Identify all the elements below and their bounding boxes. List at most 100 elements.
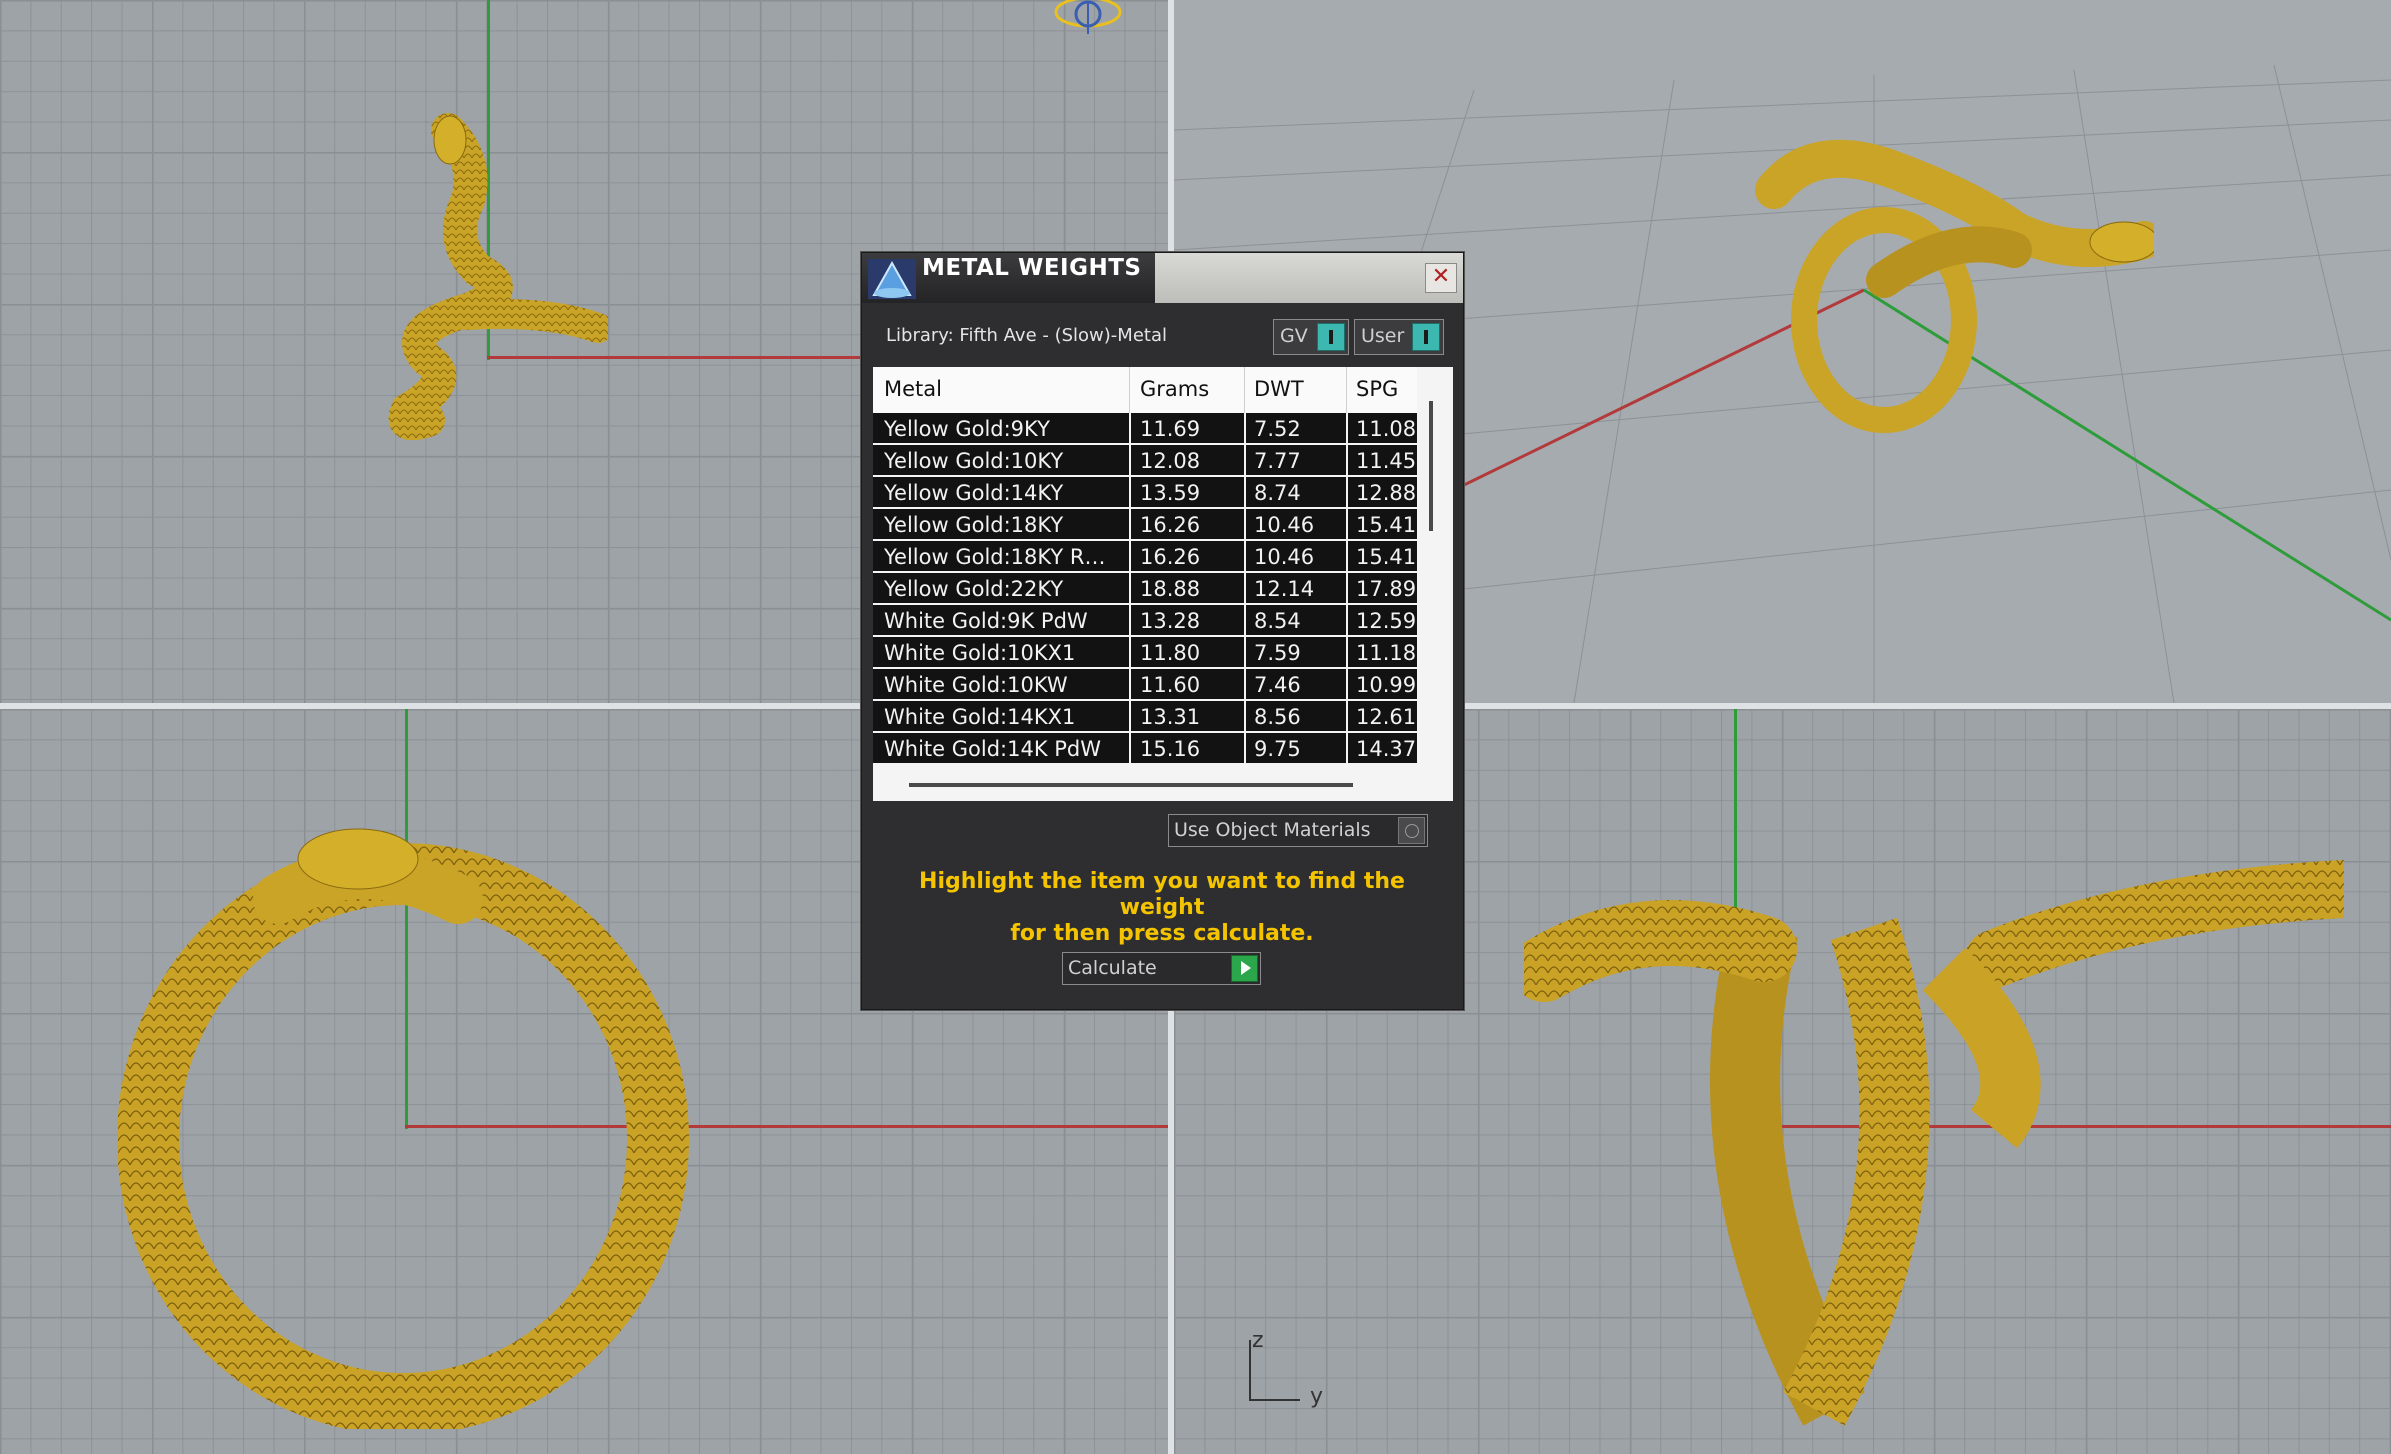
vertical-scroll-thumb[interactable] <box>1429 401 1433 531</box>
cell-dwt: 8.54 <box>1254 609 1301 633</box>
cell-dwt: 10.46 <box>1254 545 1315 569</box>
cell-grams: 13.31 <box>1140 705 1201 729</box>
user-toggle-label: User <box>1361 325 1405 347</box>
cell-grams: 11.80 <box>1140 641 1201 665</box>
column-separator <box>1346 669 1348 701</box>
table-header: Metal Grams DWT SPG <box>873 367 1417 413</box>
cell-spg: 15.41 <box>1356 513 1416 537</box>
table-body: Yellow Gold:9KY 11.69 7.52 11.08 Yellow Gold… <box>873 413 1417 765</box>
table-row[interactable]: White Gold:9K PdW 13.28 8.54 12.59 <box>873 605 1417 637</box>
column-separator <box>1346 605 1348 637</box>
cell-dwt: 8.56 <box>1254 705 1301 729</box>
table-row[interactable]: White Gold:10KX1 11.80 7.59 11.18 <box>873 637 1417 669</box>
column-header-grams[interactable]: Grams <box>1140 377 1209 401</box>
column-separator <box>1244 669 1246 701</box>
column-separator <box>1129 637 1131 669</box>
table-row[interactable]: White Gold:14K PdW 15.16 9.75 14.37 <box>873 733 1417 765</box>
snake-ring-front-view[interactable] <box>118 769 698 1429</box>
cell-metal: Yellow Gold:18KY R… <box>884 545 1106 569</box>
cell-spg: 11.08 <box>1356 417 1416 441</box>
table-row[interactable]: White Gold:14KX1 13.31 8.56 12.61 <box>873 701 1417 733</box>
column-separator <box>1129 477 1131 509</box>
user-toggle[interactable]: User <box>1354 319 1444 355</box>
gv-toggle[interactable]: GV <box>1273 319 1349 355</box>
toggle-switch-icon <box>1412 323 1440 351</box>
metal-weights-dialog[interactable]: METAL WEIGHTS ✕ Library: Fifth Ave - (Sl… <box>861 252 1464 1010</box>
cell-grams: 15.16 <box>1140 737 1201 761</box>
metal-weights-table[interactable]: Metal Grams DWT SPG Yellow Gold:9KY 11.69… <box>873 367 1453 801</box>
instruction-line-2: for then press calculate. <box>1010 921 1314 946</box>
cell-spg: 12.61 <box>1356 705 1416 729</box>
column-separator <box>1129 413 1131 445</box>
axis-indicator: z y <box>1240 1328 1323 1410</box>
snake-ring-perspective-view[interactable] <box>1754 130 2154 450</box>
cell-metal: White Gold:10KW <box>884 673 1068 697</box>
column-separator <box>1244 733 1246 765</box>
column-separator <box>1244 541 1246 573</box>
table-row[interactable]: Yellow Gold:9KY 11.69 7.52 11.08 <box>873 413 1417 445</box>
cell-grams: 13.28 <box>1140 609 1201 633</box>
column-separator <box>1129 605 1131 637</box>
axis-z-label: z <box>1252 1328 1264 1353</box>
cell-spg: 10.99 <box>1356 673 1416 697</box>
column-separator <box>1129 509 1131 541</box>
cell-grams: 13.59 <box>1140 481 1201 505</box>
use-object-materials-label: Use Object Materials <box>1174 819 1371 841</box>
gumball-globe-icon[interactable] <box>1052 0 1124 36</box>
close-button[interactable]: ✕ <box>1425 263 1457 293</box>
cell-grams: 11.60 <box>1140 673 1201 697</box>
snake-ring-top-view[interactable] <box>368 110 608 440</box>
column-separator <box>1346 701 1348 733</box>
table-row[interactable]: Yellow Gold:22KY 18.88 12.14 17.89 <box>873 573 1417 605</box>
column-separator <box>1129 445 1131 477</box>
column-separator <box>1346 637 1348 669</box>
column-separator <box>1346 573 1348 605</box>
library-label: Library: Fifth Ave - (Slow)-Metal <box>886 325 1167 346</box>
table-row[interactable]: Yellow Gold:18KY 16.26 10.46 15.41 <box>873 509 1417 541</box>
table-row[interactable]: Yellow Gold:10KY 12.08 7.77 11.45 <box>873 445 1417 477</box>
cell-dwt: 10.46 <box>1254 513 1315 537</box>
gv-toggle-label: GV <box>1280 325 1308 347</box>
dialog-titlebar[interactable]: METAL WEIGHTS ✕ <box>862 253 1463 303</box>
use-object-materials-option[interactable]: Use Object Materials <box>1168 814 1428 847</box>
cell-grams: 18.88 <box>1140 577 1201 601</box>
cell-dwt: 7.46 <box>1254 673 1301 697</box>
cell-metal: Yellow Gold:14KY <box>884 481 1064 505</box>
dialog-title-tab: METAL WEIGHTS <box>862 253 1155 303</box>
toggle-switch-icon <box>1317 323 1345 351</box>
table-row[interactable]: Yellow Gold:14KY 13.59 8.74 12.88 <box>873 477 1417 509</box>
column-separator <box>1129 573 1131 605</box>
column-header-dwt[interactable]: DWT <box>1254 377 1304 401</box>
table-row[interactable]: Yellow Gold:18KY R… 16.26 10.46 15.41 <box>873 541 1417 573</box>
cell-metal: Yellow Gold:10KY <box>884 449 1064 473</box>
cell-spg: 12.59 <box>1356 609 1416 633</box>
close-icon: ✕ <box>1431 264 1451 289</box>
column-header-metal[interactable]: Metal <box>884 377 942 401</box>
horizontal-scroll-thumb[interactable] <box>909 783 1353 787</box>
cell-dwt: 8.74 <box>1254 481 1301 505</box>
column-separator <box>1244 701 1246 733</box>
cell-dwt: 12.14 <box>1254 577 1315 601</box>
table-row[interactable]: White Gold:10KW 11.60 7.46 10.99 <box>873 669 1417 701</box>
cell-metal: Yellow Gold:22KY <box>884 577 1064 601</box>
play-icon <box>1231 955 1258 982</box>
cell-grams: 11.69 <box>1140 417 1201 441</box>
column-separator <box>1244 573 1246 605</box>
instruction-text: Highlight the item you want to find the … <box>882 869 1442 947</box>
cell-spg: 12.88 <box>1356 481 1416 505</box>
column-separator <box>1346 445 1348 477</box>
column-separator <box>1129 701 1131 733</box>
column-separator <box>1346 733 1348 765</box>
column-separator <box>1244 477 1246 509</box>
column-header-spg[interactable]: SPG <box>1356 377 1398 401</box>
column-separator <box>1129 669 1131 701</box>
radio-icon[interactable] <box>1398 817 1425 844</box>
column-separator <box>1129 733 1131 765</box>
column-separator <box>1244 605 1246 637</box>
instruction-line-1: Highlight the item you want to find the … <box>919 869 1405 920</box>
calculate-button[interactable]: Calculate <box>1062 952 1261 985</box>
cell-spg: 15.41 <box>1356 545 1416 569</box>
dialog-title: METAL WEIGHTS <box>922 255 1142 281</box>
column-separator <box>1346 413 1348 445</box>
snake-ring-right-view[interactable] <box>1524 769 2344 1429</box>
